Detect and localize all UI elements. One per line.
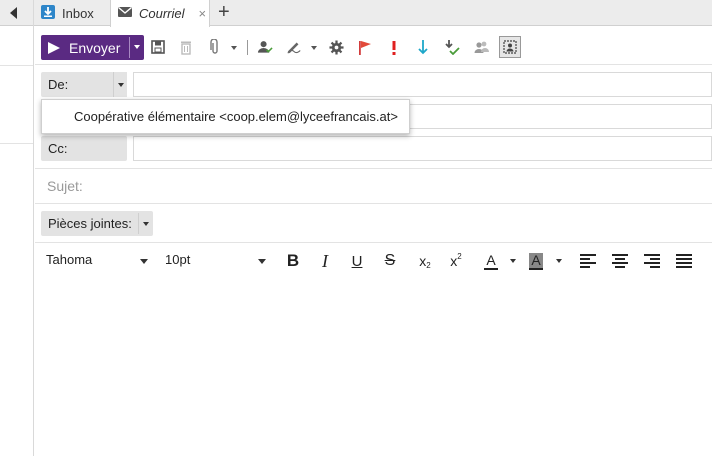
tab-courriel-label: Courriel <box>139 6 185 21</box>
divider <box>247 40 248 55</box>
font-size-caret-icon[interactable] <box>258 259 266 264</box>
italic-button[interactable]: I <box>315 250 335 272</box>
divider <box>138 213 139 234</box>
flag-icon[interactable] <box>357 39 373 55</box>
envelope-icon <box>117 5 133 22</box>
tab-inbox[interactable]: Inbox <box>34 0 104 26</box>
from-select-caret[interactable] <box>113 72 127 97</box>
collapse-left-icon[interactable] <box>10 7 17 19</box>
text-color-caret-icon[interactable] <box>510 259 516 263</box>
tab-courriel[interactable]: Courriel × <box>110 0 210 27</box>
delete-icon[interactable] <box>178 39 194 55</box>
editor-toolbar: Tahoma 10pt B I U S x2 x2 A A <box>35 244 712 278</box>
highlight-letter: A <box>529 251 543 270</box>
divider <box>35 203 712 204</box>
attachments-button[interactable]: Pièces jointes: <box>41 211 153 236</box>
left-panel-header <box>0 0 33 26</box>
align-justify-icon[interactable] <box>674 250 694 272</box>
save-icon[interactable] <box>150 39 166 55</box>
align-left-icon[interactable] <box>578 250 598 272</box>
font-family-select[interactable]: Tahoma <box>46 252 92 267</box>
text-color-swatch <box>484 267 498 270</box>
highlight-caret-icon[interactable] <box>556 259 562 263</box>
from-dropdown: Coopérative élémentaire <coop.elem@lycee… <box>41 99 410 134</box>
add-tab-icon[interactable]: + <box>218 2 230 22</box>
subscript-mark: 2 <box>426 261 431 270</box>
tab-bar: Inbox Courriel × + <box>34 0 712 27</box>
priority-low-icon[interactable] <box>415 39 431 55</box>
attachments-caret-icon[interactable] <box>143 222 149 226</box>
left-panel <box>0 0 34 456</box>
font-family-caret-icon[interactable] <box>140 259 148 264</box>
strikethrough-button[interactable]: S <box>380 250 400 272</box>
subscript-x: x <box>419 253 427 269</box>
superscript-x: x <box>450 253 458 269</box>
from-field[interactable] <box>133 72 712 97</box>
send-label: Envoyer <box>69 39 121 56</box>
divider <box>35 168 712 169</box>
divider <box>0 143 33 144</box>
vcard-icon[interactable] <box>499 36 521 58</box>
attach-icon[interactable] <box>207 39 223 55</box>
underline-button[interactable]: U <box>347 250 367 272</box>
from-label: De: <box>41 72 114 97</box>
compose-toolbar: Envoyer <box>35 27 712 65</box>
receipt-icon[interactable] <box>444 39 460 55</box>
address-book-icon[interactable] <box>473 39 489 55</box>
attachments-label: Pièces jointes: <box>48 216 132 231</box>
align-center-icon[interactable] <box>610 250 630 272</box>
subject-input[interactable] <box>47 176 697 196</box>
subscript-button[interactable]: x2 <box>415 250 435 272</box>
signature-icon[interactable] <box>286 39 302 55</box>
text-color-letter: A <box>486 251 496 268</box>
highlight-button[interactable]: A <box>526 250 546 272</box>
compose-window: Inbox Courriel × + Envoyer De: Cc: Sujet… <box>0 0 712 456</box>
text-color-button[interactable]: A <box>481 250 501 272</box>
superscript-mark: 2 <box>457 252 462 261</box>
bold-button[interactable]: B <box>283 250 303 272</box>
divider <box>129 37 130 58</box>
divider <box>0 65 33 66</box>
send-options-caret-icon[interactable] <box>134 45 140 49</box>
send-icon <box>48 41 60 54</box>
cc-field[interactable] <box>133 136 712 161</box>
font-size-select[interactable]: 10pt <box>165 252 190 267</box>
settings-icon[interactable] <box>328 39 344 55</box>
divider <box>35 242 712 243</box>
superscript-button[interactable]: x2 <box>446 250 466 272</box>
close-tab-icon[interactable]: × <box>199 6 207 21</box>
inbox-download-icon <box>40 4 56 23</box>
priority-high-icon[interactable] <box>386 39 402 55</box>
send-button[interactable]: Envoyer <box>41 35 144 60</box>
attach-options-caret-icon[interactable] <box>231 46 237 50</box>
message-body-editor[interactable] <box>35 278 712 456</box>
from-option[interactable]: Coopérative élémentaire <coop.elem@lycee… <box>74 109 398 124</box>
tab-inbox-label: Inbox <box>62 5 94 21</box>
contacts-check-icon[interactable] <box>257 39 273 55</box>
signature-options-caret-icon[interactable] <box>311 46 317 50</box>
align-right-icon[interactable] <box>642 250 662 272</box>
cc-label[interactable]: Cc: <box>41 136 127 161</box>
